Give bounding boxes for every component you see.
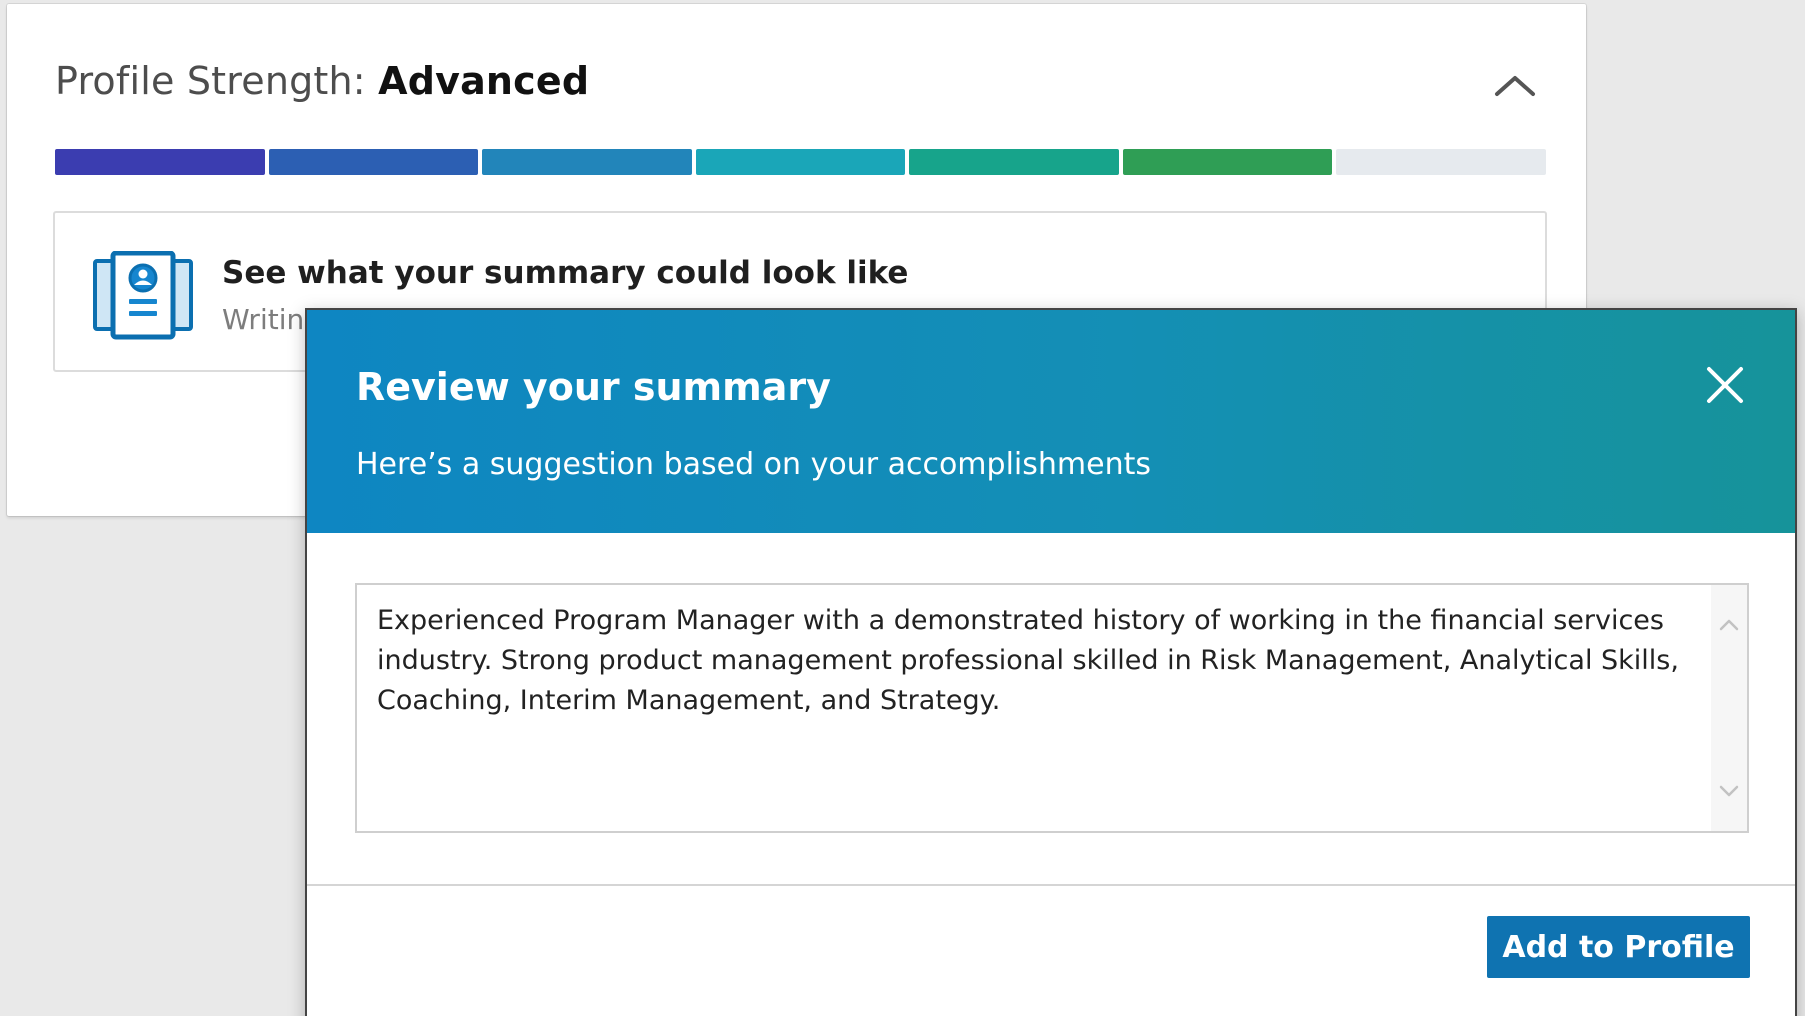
suggestion-title: See what your summary could look like: [222, 255, 909, 291]
modal-subtitle: Here’s a suggestion based on your accomp…: [356, 447, 1151, 482]
profile-document-icon: [93, 251, 193, 340]
meter-segment-filled: [55, 149, 265, 175]
close-button[interactable]: [1699, 359, 1751, 411]
close-icon: [1707, 367, 1743, 403]
summary-textarea[interactable]: Experienced Program Manager with a demon…: [355, 583, 1749, 833]
textarea-scrollbar[interactable]: [1711, 585, 1747, 831]
add-to-profile-button[interactable]: Add to Profile: [1487, 916, 1750, 978]
profile-strength-meter: [55, 149, 1547, 175]
summary-text: Experienced Program Manager with a demon…: [377, 605, 1679, 716]
screen: Profile Strength: Advanced See what your…: [0, 0, 1805, 1016]
profile-strength-label: Profile Strength:: [55, 59, 379, 103]
meter-segment-filled: [695, 149, 906, 175]
chevron-up-icon: [1495, 76, 1535, 96]
footer-divider: [307, 884, 1795, 886]
profile-strength-level: Advanced: [378, 59, 590, 103]
meter-segment-filled: [268, 149, 479, 175]
meter-segment-empty: [1336, 149, 1547, 175]
scroll-down-arrow-icon[interactable]: [1717, 779, 1741, 803]
modal-header: Review your summary Here’s a suggestion …: [307, 310, 1795, 533]
review-summary-modal: Review your summary Here’s a suggestion …: [305, 308, 1797, 1016]
profile-strength-title: Profile Strength: Advanced: [55, 59, 589, 103]
meter-segment-filled: [909, 149, 1119, 175]
meter-segment-filled: [482, 149, 692, 175]
collapse-button[interactable]: [1489, 66, 1541, 106]
modal-title: Review your summary: [356, 365, 831, 409]
scroll-up-arrow-icon[interactable]: [1717, 613, 1741, 637]
meter-segment-filled: [1122, 149, 1333, 175]
